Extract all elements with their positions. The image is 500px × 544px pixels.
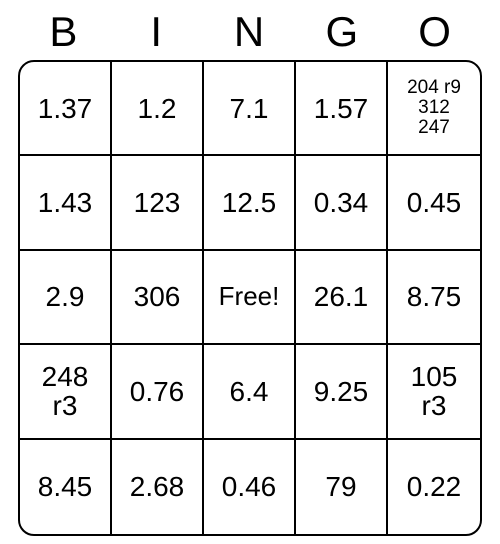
bingo-cell[interactable]: 26.1 bbox=[296, 251, 388, 345]
bingo-cell[interactable]: 1.57 bbox=[296, 62, 388, 156]
bingo-cell[interactable]: 1.43 bbox=[20, 156, 112, 250]
bingo-cell[interactable]: 6.4 bbox=[204, 345, 296, 439]
bingo-cell[interactable]: 8.75 bbox=[388, 251, 480, 345]
bingo-cell[interactable]: 7.1 bbox=[204, 62, 296, 156]
bingo-cell[interactable]: 2.9 bbox=[20, 251, 112, 345]
bingo-cell[interactable]: 0.76 bbox=[112, 345, 204, 439]
bingo-cell[interactable]: Free! bbox=[204, 251, 296, 345]
bingo-cell[interactable]: 9.25 bbox=[296, 345, 388, 439]
bingo-headers: B I N G O bbox=[18, 8, 482, 56]
bingo-cell[interactable]: 105 r3 bbox=[388, 345, 480, 439]
bingo-cell[interactable]: 8.45 bbox=[20, 440, 112, 534]
bingo-cell[interactable]: 1.37 bbox=[20, 62, 112, 156]
bingo-card: B I N G O 1.371.27.11.57204 r9 312 247 1.… bbox=[18, 8, 482, 536]
bingo-cell[interactable]: 0.34 bbox=[296, 156, 388, 250]
bingo-cell[interactable]: 2.68 bbox=[112, 440, 204, 534]
bingo-cell[interactable]: 0.46 bbox=[204, 440, 296, 534]
header-b: B bbox=[18, 8, 111, 56]
bingo-cell[interactable]: 204 r9 312 247 bbox=[388, 62, 480, 156]
bingo-cell[interactable]: 123 bbox=[112, 156, 204, 250]
header-g: G bbox=[296, 8, 389, 56]
header-n: N bbox=[204, 8, 297, 56]
bingo-cell[interactable]: 1.2 bbox=[112, 62, 204, 156]
bingo-cell[interactable]: 79 bbox=[296, 440, 388, 534]
bingo-cell[interactable]: 248 r3 bbox=[20, 345, 112, 439]
bingo-grid: 1.371.27.11.57204 r9 312 2471.4312312.50… bbox=[18, 60, 482, 536]
bingo-cell[interactable]: 12.5 bbox=[204, 156, 296, 250]
bingo-cell[interactable]: 0.45 bbox=[388, 156, 480, 250]
bingo-cell[interactable]: 306 bbox=[112, 251, 204, 345]
bingo-cell[interactable]: 0.22 bbox=[388, 440, 480, 534]
header-i: I bbox=[111, 8, 204, 56]
header-o: O bbox=[389, 8, 482, 56]
